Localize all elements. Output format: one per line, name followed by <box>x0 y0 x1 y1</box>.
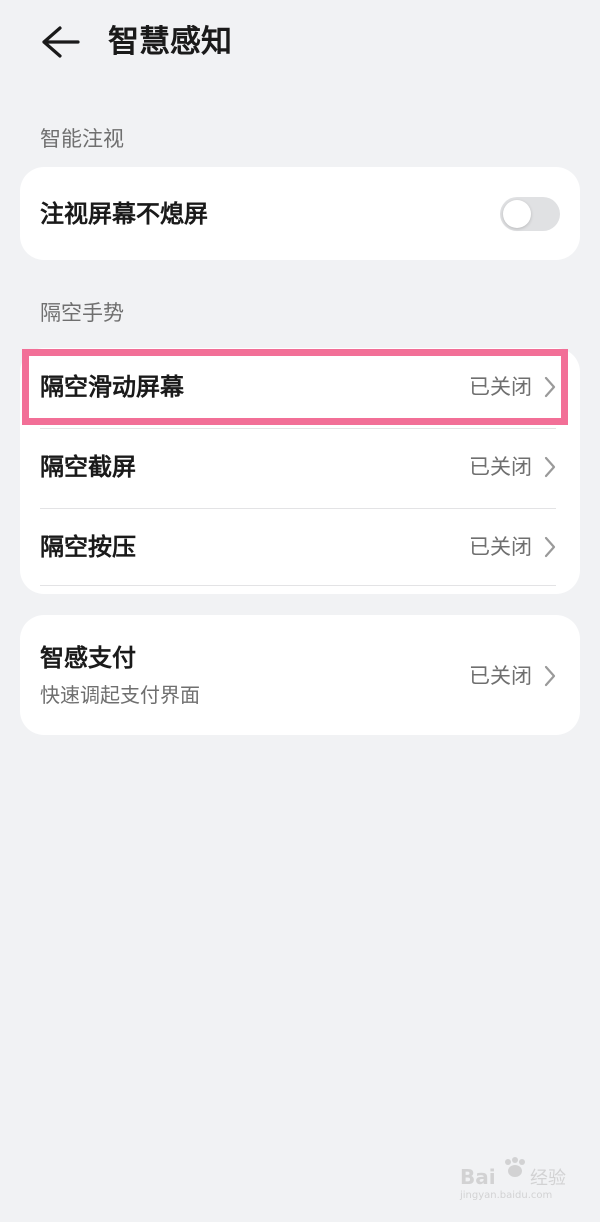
back-button[interactable] <box>36 20 84 64</box>
air-gesture-card: 隔空滑动屏幕 已关闭 隔空截屏 已关闭 隔空按压 已关闭 <box>20 348 580 594</box>
row-label: 隔空滑动屏幕 <box>40 373 184 401</box>
section-label-gaze: 智能注视 <box>40 127 124 151</box>
status-value: 已关闭 <box>469 455 532 479</box>
status-value: 已关闭 <box>469 375 532 399</box>
chevron-right-icon <box>542 374 558 400</box>
baidu-jingyan-watermark-logo: Bai 经验 jingyan.baidu.com <box>458 1156 568 1201</box>
row-gaze-keep-screen-on: 注视屏幕不熄屏 <box>20 167 580 260</box>
chevron-right-icon <box>542 663 558 689</box>
row-label: 隔空按压 <box>40 533 136 561</box>
back-arrow-icon <box>42 26 80 58</box>
divider <box>40 585 556 586</box>
chevron-right-icon <box>542 534 558 560</box>
svg-text:经验: 经验 <box>530 1168 566 1189</box>
row-air-swipe-screen[interactable]: 隔空滑动屏幕 已关闭 <box>20 348 580 428</box>
row-air-screenshot[interactable]: 隔空截屏 已关闭 <box>20 428 580 508</box>
gaze-card: 注视屏幕不熄屏 <box>20 167 580 260</box>
row-label: 隔空截屏 <box>40 453 136 481</box>
header: 智慧感知 <box>0 0 600 88</box>
toggle-knob <box>503 200 531 228</box>
svg-text:Bai: Bai <box>460 1165 496 1189</box>
row-air-press[interactable]: 隔空按压 已关闭 <box>20 508 580 588</box>
status-value: 已关闭 <box>469 535 532 559</box>
row-label: 智感支付 <box>40 644 136 672</box>
row-smart-pay[interactable]: 智感支付 快速调起支付界面 已关闭 <box>20 615 580 735</box>
page-title: 智慧感知 <box>108 24 232 60</box>
section-label-air-gesture: 隔空手势 <box>40 301 124 325</box>
row-subtitle: 快速调起支付界面 <box>40 683 200 707</box>
row-label: 注视屏幕不熄屏 <box>40 200 208 228</box>
smart-pay-card: 智感支付 快速调起支付界面 已关闭 <box>20 615 580 735</box>
svg-text:jingyan.baidu.com: jingyan.baidu.com <box>459 1190 552 1200</box>
gaze-toggle-switch[interactable] <box>500 197 560 231</box>
status-value: 已关闭 <box>469 664 532 688</box>
chevron-right-icon <box>542 454 558 480</box>
smart-perception-page: 智慧感知 智能注视 注视屏幕不熄屏 隔空手势 隔空滑动屏幕 已关闭 隔空截屏 已… <box>0 0 600 1222</box>
